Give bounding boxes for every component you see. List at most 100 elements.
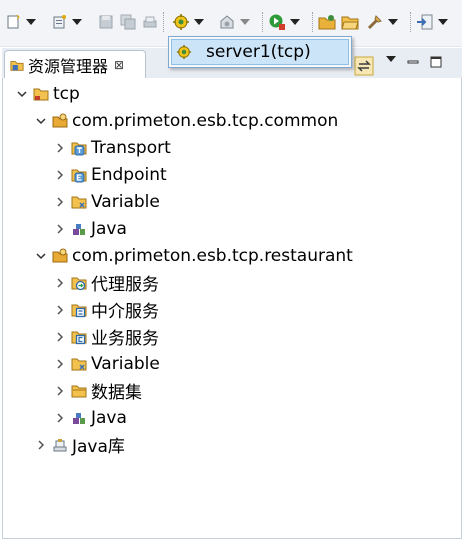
tree-node-proxy-service[interactable]: 代理服务: [53, 269, 159, 296]
expand-toggle[interactable]: [53, 357, 67, 371]
tree-node-label: 业务服务: [91, 329, 159, 349]
tree-node-package[interactable]: com.primeton.esb.tcp.restaurant: [34, 242, 353, 269]
tree-node-label: Transport: [91, 137, 171, 158]
chevron-down-icon: [17, 90, 27, 97]
tree-node-endpoint[interactable]: Endpoint: [53, 161, 167, 188]
open-folder-icon: [341, 16, 359, 30]
tree-node-label: Java: [91, 407, 127, 428]
expand-toggle[interactable]: [53, 168, 67, 182]
tree-node-label: 数据集: [91, 383, 142, 403]
tree-node-variable[interactable]: Variable: [53, 188, 160, 215]
tree-node-java[interactable]: Java: [53, 404, 127, 431]
link-with-editor-icon: [354, 56, 374, 76]
tool-dropdown-arrow[interactable]: [388, 19, 398, 25]
expand-toggle[interactable]: [53, 222, 67, 236]
chevron-right-icon: [57, 223, 64, 234]
save-all-button[interactable]: [120, 12, 136, 32]
import-dropdown-arrow[interactable]: [438, 19, 448, 25]
tree-node-java-library[interactable]: Java库: [34, 431, 125, 458]
tree-node-label: tcp: [53, 83, 80, 104]
chevron-right-icon: [57, 142, 64, 153]
toolbar-separator: [262, 12, 264, 32]
tree-node-label: Java库: [72, 437, 125, 457]
view-menu-button[interactable]: [386, 56, 396, 62]
run-icon: [269, 14, 285, 30]
dataset-folder-icon: [71, 385, 87, 397]
tree-node-package[interactable]: com.primeton.esb.tcp.common: [34, 107, 338, 134]
deploy-icon: [220, 15, 234, 29]
run-button[interactable]: [268, 12, 300, 32]
tree-node-java[interactable]: Java: [53, 215, 127, 242]
minimize-view-button[interactable]: [407, 56, 419, 68]
expand-toggle[interactable]: [53, 276, 67, 290]
java-icon: [73, 412, 85, 424]
menu-item-label: server1(tcp): [206, 42, 311, 62]
tool-icon: [367, 15, 382, 30]
package-icon: [52, 113, 68, 127]
menu-item-server1[interactable]: server1(tcp): [171, 39, 349, 65]
business-service-icon: [71, 331, 87, 344]
expand-toggle[interactable]: [34, 114, 48, 128]
resource-explorer-icon: [10, 61, 24, 71]
java-icon: [73, 223, 85, 235]
deploy-button[interactable]: [218, 12, 250, 32]
open-project-button[interactable]: [318, 12, 336, 32]
expand-toggle[interactable]: [53, 330, 67, 344]
tree-node-transport[interactable]: Transport: [53, 134, 171, 161]
toolbar-separator: [410, 12, 412, 32]
expand-toggle[interactable]: [53, 303, 67, 317]
tab-close-icon[interactable]: ⊠: [114, 58, 124, 72]
package-icon: [52, 248, 68, 262]
new-button[interactable]: [6, 12, 36, 32]
chevron-right-icon: [57, 358, 64, 369]
new-dropdown-arrow[interactable]: [26, 19, 36, 25]
endpoint-icon: [71, 169, 87, 182]
tab-resource-explorer[interactable]: 资源管理器 ⊠: [4, 50, 146, 79]
expand-toggle[interactable]: [53, 411, 67, 425]
new-wizard-dropdown-arrow[interactable]: [72, 19, 82, 25]
tree-node-dataset[interactable]: 数据集: [53, 377, 142, 404]
resource-explorer-tree[interactable]: tcp com.primeton.esb.tcp.common Transpor…: [2, 78, 462, 539]
new-wizard-button[interactable]: [52, 12, 82, 32]
save-icon: [99, 15, 113, 29]
tab-title: 资源管理器: [28, 57, 109, 76]
chevron-right-icon: [57, 169, 64, 180]
tree-node-label: 代理服务: [91, 275, 159, 295]
deploy-dropdown-arrow[interactable]: [240, 19, 250, 25]
expand-toggle[interactable]: [34, 438, 48, 452]
tool-button[interactable]: [366, 12, 398, 32]
tree-node-variable[interactable]: Variable: [53, 350, 160, 377]
library-icon: [53, 438, 67, 451]
run-dropdown-arrow[interactable]: [290, 19, 300, 25]
open-folder-button[interactable]: [341, 12, 359, 32]
tree-node-label: Java: [91, 218, 127, 239]
server-icon: [176, 44, 192, 60]
variable-folder-icon: [71, 358, 87, 370]
tree-node-tcp[interactable]: tcp: [15, 80, 80, 107]
tree-node-business-service[interactable]: 业务服务: [53, 323, 159, 350]
expand-toggle[interactable]: [53, 195, 67, 209]
mediation-service-icon: [71, 304, 87, 317]
variable-folder-icon: [71, 196, 87, 208]
expand-toggle[interactable]: [53, 384, 67, 398]
toolbar-separator: [163, 12, 165, 32]
tree-node-label: Variable: [91, 191, 160, 212]
server-button[interactable]: [172, 12, 204, 32]
server-dropdown-menu: server1(tcp): [168, 36, 352, 68]
maximize-icon: [430, 56, 442, 68]
tree-node-mediation-service[interactable]: 中介服务: [53, 296, 159, 323]
chevron-down-icon: [36, 117, 46, 124]
minimize-icon: [407, 60, 419, 64]
view-menu-icon: [386, 56, 396, 62]
print-button[interactable]: [142, 12, 158, 32]
server-dropdown-arrow[interactable]: [194, 19, 204, 25]
expand-toggle[interactable]: [15, 87, 29, 101]
import-button[interactable]: [416, 12, 448, 32]
expand-toggle[interactable]: [34, 249, 48, 263]
maximize-view-button[interactable]: [430, 56, 442, 68]
expand-toggle[interactable]: [53, 141, 67, 155]
save-button[interactable]: [98, 12, 114, 32]
print-icon: [143, 16, 157, 28]
chevron-right-icon: [57, 304, 64, 315]
link-with-editor-button[interactable]: [354, 56, 374, 76]
